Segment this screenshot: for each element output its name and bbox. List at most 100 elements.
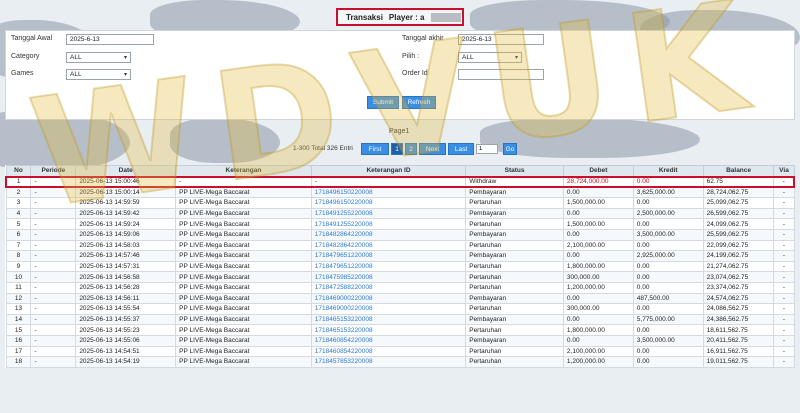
date-cell: 2025-06-13 14:56:58 xyxy=(75,271,177,283)
via-cell: - xyxy=(773,260,795,273)
row-number-cell: 9 xyxy=(5,260,32,273)
page-2-button[interactable]: 2 xyxy=(405,143,417,155)
table-row[interactable]: 2-2025-06-13 15:00:14 PP LIVE-Mega Baccar… xyxy=(5,186,795,199)
kredit-cell: 487,500.00 xyxy=(632,292,704,305)
date-cell: 2025-06-13 14:58:03 xyxy=(75,239,177,252)
table-header-row: No Periode Date Keterangan Keterangan ID Stat… xyxy=(5,165,795,177)
kredit-cell: 0.00 xyxy=(632,218,704,230)
refresh-button[interactable]: Refresh xyxy=(402,96,436,109)
keterangan-id-cell[interactable]: 1718479651220008 xyxy=(310,250,467,262)
table-row[interactable]: 11-2025-06-13 14:56:28 PP LIVE-Mega Bacca… xyxy=(5,281,795,294)
table-row[interactable]: 6-2025-06-13 14:59:06 PP LIVE-Mega Baccar… xyxy=(5,228,795,241)
kredit-cell: 0.00 xyxy=(632,356,704,368)
keterangan-cell: PP LIVE-Mega Baccarat xyxy=(175,313,312,326)
first-page-button[interactable]: First xyxy=(361,143,389,155)
row-number-cell: 3 xyxy=(5,197,32,209)
keterangan-id-cell[interactable]: 1718457853220008 xyxy=(310,356,467,368)
date-cell: 2025-06-13 14:59:24 xyxy=(75,218,177,230)
games-select[interactable]: ALL ▾ xyxy=(66,69,131,80)
table-row[interactable]: 3-2025-06-13 14:59:59 PP LIVE-Mega Baccar… xyxy=(5,197,795,209)
page-number-input[interactable] xyxy=(476,144,498,154)
status-cell: Pertaruhan xyxy=(465,271,564,283)
pilih-select-value: ALL xyxy=(462,54,474,61)
periode-cell: - xyxy=(30,239,77,252)
table-row[interactable]: 14-2025-06-13 14:55:37 PP LIVE-Mega Bacca… xyxy=(5,313,795,326)
tanggal-akhir-input[interactable] xyxy=(458,34,544,45)
table-row[interactable]: 8-2025-06-13 14:57:46 PP LIVE-Mega Baccar… xyxy=(5,250,795,262)
kredit-cell: 0.00 xyxy=(632,271,704,283)
keterangan-cell: PP LIVE-Mega Baccarat xyxy=(175,303,312,315)
keterangan-id-cell[interactable]: 1718496150220008 xyxy=(310,186,467,199)
keterangan-id-cell[interactable]: 1718460854220008 xyxy=(310,345,467,358)
keterangan-id-cell[interactable]: 1718482864220008 xyxy=(310,239,467,252)
keterangan-id-cell[interactable]: 1718491255220008 xyxy=(310,218,467,230)
date-cell: 2025-06-13 14:54:51 xyxy=(75,345,177,358)
keterangan-id-cell[interactable]: 1718460854220008 xyxy=(310,334,467,347)
category-select[interactable]: ALL ▾ xyxy=(66,52,131,63)
go-button[interactable]: Go xyxy=(503,143,517,155)
via-cell: - xyxy=(773,239,795,252)
table-row[interactable]: 9-2025-06-13 14:57:31 PP LIVE-Mega Baccar… xyxy=(5,260,795,273)
status-cell: Pembayaran xyxy=(465,292,564,305)
table-row[interactable]: 4-2025-06-13 14:59:42 PP LIVE-Mega Baccar… xyxy=(5,207,795,220)
debet-cell: 28,724,000.00 xyxy=(562,175,634,189)
kredit-cell: 3,500,000.00 xyxy=(632,228,704,241)
balance-cell: 21,274,062.75 xyxy=(702,260,775,273)
keterangan-cell: PP LIVE-Mega Baccarat xyxy=(175,197,312,209)
keterangan-id-cell[interactable]: 1718469000220008 xyxy=(310,292,467,305)
balance-cell: 23,074,062.75 xyxy=(702,271,775,283)
balance-cell: 24,099,062.75 xyxy=(702,218,775,230)
table-row[interactable]: 7-2025-06-13 14:58:03 PP LIVE-Mega Baccar… xyxy=(5,239,795,252)
keterangan-id-cell[interactable]: 1718472588220008 xyxy=(310,281,467,294)
periode-cell: - xyxy=(30,324,77,336)
date-cell: 2025-06-13 14:55:54 xyxy=(75,303,177,315)
status-cell: Pembayaran xyxy=(465,207,564,220)
page-1-button[interactable]: 1 xyxy=(391,143,403,155)
table-row[interactable]: 18-2025-06-13 14:54:19 PP LIVE-Mega Bacca… xyxy=(5,356,795,368)
date-cell: 2025-06-13 14:57:46 xyxy=(75,250,177,262)
table-row[interactable]: 1-2025-06-13 15:00:46- - Withdraw 28,724,00… xyxy=(5,175,796,189)
table-row[interactable]: 16-2025-06-13 14:55:06 PP LIVE-Mega Bacca… xyxy=(5,334,795,347)
via-cell: - xyxy=(773,197,795,209)
row-number-cell: 15 xyxy=(5,324,32,336)
keterangan-id-cell[interactable]: 1718475985220008 xyxy=(310,271,467,283)
via-cell: - xyxy=(773,334,795,347)
periode-cell: - xyxy=(30,334,77,347)
column-header: Keterangan xyxy=(175,165,312,177)
table-row[interactable]: 15-2025-06-13 14:55:23 PP LIVE-Mega Bacca… xyxy=(5,324,795,336)
balance-cell: 20,411,562.75 xyxy=(702,334,775,347)
tanggal-awal-input[interactable] xyxy=(66,34,154,45)
row-number-cell: 6 xyxy=(5,228,32,241)
keterangan-id-cell[interactable]: 1718496150220008 xyxy=(310,197,467,209)
order-id-input[interactable] xyxy=(458,69,544,80)
row-number-cell: 14 xyxy=(5,313,32,326)
periode-cell: - xyxy=(30,281,77,294)
next-page-button[interactable]: Next xyxy=(419,143,446,155)
debet-cell: 2,100,000.00 xyxy=(562,239,634,252)
keterangan-id-cell[interactable]: 1718465153220008 xyxy=(310,313,467,326)
keterangan-id-cell[interactable]: 1718469000220008 xyxy=(310,303,467,315)
last-page-button[interactable]: Last xyxy=(448,143,474,155)
periode-cell: - xyxy=(30,356,77,368)
table-row[interactable]: 5-2025-06-13 14:59:24 PP LIVE-Mega Baccar… xyxy=(5,218,795,230)
balance-cell: 19,011,562.75 xyxy=(702,356,775,368)
games-select-value: ALL xyxy=(70,71,82,78)
table-row[interactable]: 17-2025-06-13 14:54:51 PP LIVE-Mega Bacca… xyxy=(5,345,795,358)
row-number-cell: 16 xyxy=(5,334,32,347)
submit-button[interactable]: Submit xyxy=(367,96,399,109)
table-row[interactable]: 10-2025-06-13 14:56:58 PP LIVE-Mega Bacca… xyxy=(5,271,795,283)
debet-cell: 0.00 xyxy=(562,313,634,326)
balance-cell: 24,199,062.75 xyxy=(702,250,775,262)
table-row[interactable]: 13-2025-06-13 14:55:54 PP LIVE-Mega Bacca… xyxy=(5,303,795,315)
keterangan-id-cell[interactable]: 1718465153220008 xyxy=(310,324,467,336)
keterangan-id-cell[interactable]: 1718491255220008 xyxy=(310,207,467,220)
balance-cell: 25,599,062.75 xyxy=(702,228,775,241)
keterangan-id-cell[interactable]: 1718479651220008 xyxy=(310,260,467,273)
balance-cell: 22,099,062.75 xyxy=(702,239,775,252)
column-header: Via xyxy=(773,165,795,177)
table-row[interactable]: 12-2025-06-13 14:56:11 PP LIVE-Mega Bacca… xyxy=(5,292,795,305)
via-cell: - xyxy=(773,207,795,220)
via-cell: - xyxy=(773,313,795,326)
keterangan-id-cell[interactable]: 1718482864220008 xyxy=(310,228,467,241)
pilih-select[interactable]: ALL ▾ xyxy=(458,52,522,63)
